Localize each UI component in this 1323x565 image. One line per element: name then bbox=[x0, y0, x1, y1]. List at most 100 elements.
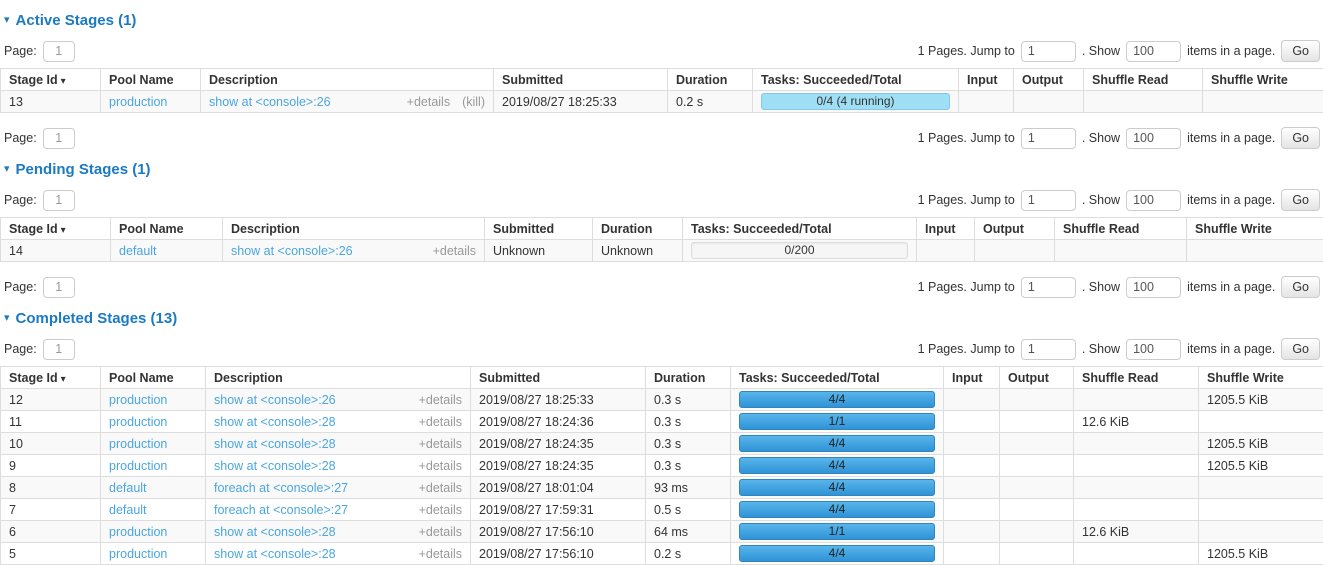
column-header-pool-name[interactable]: Pool Name bbox=[101, 367, 206, 389]
stage-description-link[interactable]: show at <console>:26 bbox=[209, 95, 331, 109]
column-header-description[interactable]: Description bbox=[201, 69, 494, 91]
column-header-shuffle-read[interactable]: Shuffle Read bbox=[1084, 69, 1203, 91]
stage-description-link[interactable]: show at <console>:28 bbox=[214, 415, 336, 429]
details-toggle[interactable]: +details bbox=[433, 244, 476, 258]
column-header-description[interactable]: Description bbox=[223, 218, 485, 240]
pool-name-link[interactable]: production bbox=[109, 547, 167, 561]
pool-name-link[interactable]: default bbox=[109, 503, 147, 517]
column-header-input[interactable]: Input bbox=[959, 69, 1014, 91]
details-toggle[interactable]: +details bbox=[419, 547, 462, 561]
show-label: . Show bbox=[1082, 131, 1120, 145]
page-number-input[interactable] bbox=[43, 41, 75, 62]
jump-to-page-input[interactable] bbox=[1021, 128, 1076, 149]
details-toggle[interactable]: +details bbox=[407, 95, 450, 109]
kill-link[interactable]: (kill) bbox=[462, 95, 485, 109]
items-per-page-input[interactable] bbox=[1126, 277, 1181, 298]
column-header-duration[interactable]: Duration bbox=[646, 367, 731, 389]
column-header-stage-id[interactable]: Stage Id▾ bbox=[1, 367, 101, 389]
output-cell bbox=[1000, 499, 1074, 521]
pool-name-cell: production bbox=[101, 411, 206, 433]
column-header-tasks-succeeded-total[interactable]: Tasks: Succeeded/Total bbox=[753, 69, 959, 91]
page-number-input[interactable] bbox=[43, 339, 75, 360]
column-header-shuffle-read[interactable]: Shuffle Read bbox=[1074, 367, 1199, 389]
column-header-shuffle-write[interactable]: Shuffle Write bbox=[1199, 367, 1323, 389]
details-toggle[interactable]: +details bbox=[419, 525, 462, 539]
stage-description-link[interactable]: show at <console>:26 bbox=[231, 244, 353, 258]
details-toggle[interactable]: +details bbox=[419, 437, 462, 451]
column-header-tasks-succeeded-total[interactable]: Tasks: Succeeded/Total bbox=[731, 367, 944, 389]
column-header-tasks-succeeded-total[interactable]: Tasks: Succeeded/Total bbox=[683, 218, 917, 240]
column-header-submitted[interactable]: Submitted bbox=[471, 367, 646, 389]
page-number-input[interactable] bbox=[43, 190, 75, 211]
pool-name-link[interactable]: production bbox=[109, 415, 167, 429]
column-header-pool-name[interactable]: Pool Name bbox=[111, 218, 223, 240]
column-header-description[interactable]: Description bbox=[206, 367, 471, 389]
section-header-pending-stages[interactable]: ▾ Pending Stages (1) bbox=[4, 161, 1323, 178]
details-toggle[interactable]: +details bbox=[419, 393, 462, 407]
items-per-page-input[interactable] bbox=[1126, 339, 1181, 360]
table-header-row: Stage Id▾Pool NameDescriptionSubmittedDu… bbox=[1, 69, 1323, 91]
column-header-shuffle-read[interactable]: Shuffle Read bbox=[1055, 218, 1187, 240]
column-header-pool-name[interactable]: Pool Name bbox=[101, 69, 201, 91]
pager-row: Page: 1 Pages. Jump to . Show items in a… bbox=[4, 338, 1320, 360]
stage-row: 9productionshow at <console>:28+details2… bbox=[1, 455, 1323, 477]
go-button[interactable]: Go bbox=[1281, 40, 1320, 62]
column-header-output[interactable]: Output bbox=[1000, 367, 1074, 389]
go-button[interactable]: Go bbox=[1281, 127, 1320, 149]
pool-name-link[interactable]: production bbox=[109, 459, 167, 473]
details-toggle[interactable]: +details bbox=[419, 503, 462, 517]
pool-name-link[interactable]: default bbox=[109, 481, 147, 495]
go-button[interactable]: Go bbox=[1281, 189, 1320, 211]
stage-description-link[interactable]: show at <console>:26 bbox=[214, 393, 336, 407]
stage-description-link[interactable]: show at <console>:28 bbox=[214, 459, 336, 473]
page-number-input[interactable] bbox=[43, 128, 75, 149]
stage-description-link[interactable]: foreach at <console>:27 bbox=[214, 503, 348, 517]
column-header-duration[interactable]: Duration bbox=[668, 69, 753, 91]
column-header-shuffle-write[interactable]: Shuffle Write bbox=[1187, 218, 1323, 240]
stage-description-link[interactable]: show at <console>:28 bbox=[214, 525, 336, 539]
column-header-stage-id[interactable]: Stage Id▾ bbox=[1, 69, 101, 91]
stage-row: 12productionshow at <console>:26+details… bbox=[1, 389, 1323, 411]
items-per-page-input[interactable] bbox=[1126, 190, 1181, 211]
go-button[interactable]: Go bbox=[1281, 276, 1320, 298]
items-per-page-input[interactable] bbox=[1126, 41, 1181, 62]
page-number-input[interactable] bbox=[43, 277, 75, 298]
column-header-submitted[interactable]: Submitted bbox=[485, 218, 593, 240]
column-header-shuffle-write[interactable]: Shuffle Write bbox=[1203, 69, 1323, 91]
column-header-stage-id[interactable]: Stage Id▾ bbox=[1, 218, 111, 240]
pool-name-cell: default bbox=[101, 499, 206, 521]
pages-count-text: 1 Pages. Jump to bbox=[918, 193, 1015, 207]
stage-description-link[interactable]: foreach at <console>:27 bbox=[214, 481, 348, 495]
jump-to-page-input[interactable] bbox=[1021, 339, 1076, 360]
pool-name-link[interactable]: production bbox=[109, 393, 167, 407]
pool-name-link[interactable]: default bbox=[119, 244, 157, 258]
column-header-input[interactable]: Input bbox=[944, 367, 1000, 389]
stage-description-link[interactable]: show at <console>:28 bbox=[214, 437, 336, 451]
pool-name-link[interactable]: production bbox=[109, 95, 167, 109]
stage-description-link[interactable]: show at <console>:28 bbox=[214, 547, 336, 561]
tasks-cell: 4/4 bbox=[731, 499, 944, 521]
go-button[interactable]: Go bbox=[1281, 338, 1320, 360]
pager-row: Page: 1 Pages. Jump to . Show items in a… bbox=[4, 276, 1320, 298]
submitted-cell: 2019/08/27 18:24:35 bbox=[471, 455, 646, 477]
description-cell: foreach at <console>:27 +details bbox=[206, 499, 471, 521]
shuffle-write-cell bbox=[1203, 91, 1323, 113]
column-header-input[interactable]: Input bbox=[917, 218, 975, 240]
section-header-active-stages[interactable]: ▾ Active Stages (1) bbox=[4, 12, 1323, 29]
stage-id-cell: 8 bbox=[1, 477, 101, 499]
jump-to-page-input[interactable] bbox=[1021, 277, 1076, 298]
duration-cell: 0.2 s bbox=[668, 91, 753, 113]
jump-to-page-input[interactable] bbox=[1021, 41, 1076, 62]
column-header-output[interactable]: Output bbox=[1014, 69, 1084, 91]
jump-to-page-input[interactable] bbox=[1021, 190, 1076, 211]
column-header-output[interactable]: Output bbox=[975, 218, 1055, 240]
items-per-page-input[interactable] bbox=[1126, 128, 1181, 149]
column-header-submitted[interactable]: Submitted bbox=[494, 69, 668, 91]
column-header-duration[interactable]: Duration bbox=[593, 218, 683, 240]
details-toggle[interactable]: +details bbox=[419, 481, 462, 495]
section-header-completed-stages[interactable]: ▾ Completed Stages (13) bbox=[4, 310, 1323, 327]
pool-name-link[interactable]: production bbox=[109, 525, 167, 539]
details-toggle[interactable]: +details bbox=[419, 459, 462, 473]
details-toggle[interactable]: +details bbox=[419, 415, 462, 429]
pool-name-link[interactable]: production bbox=[109, 437, 167, 451]
